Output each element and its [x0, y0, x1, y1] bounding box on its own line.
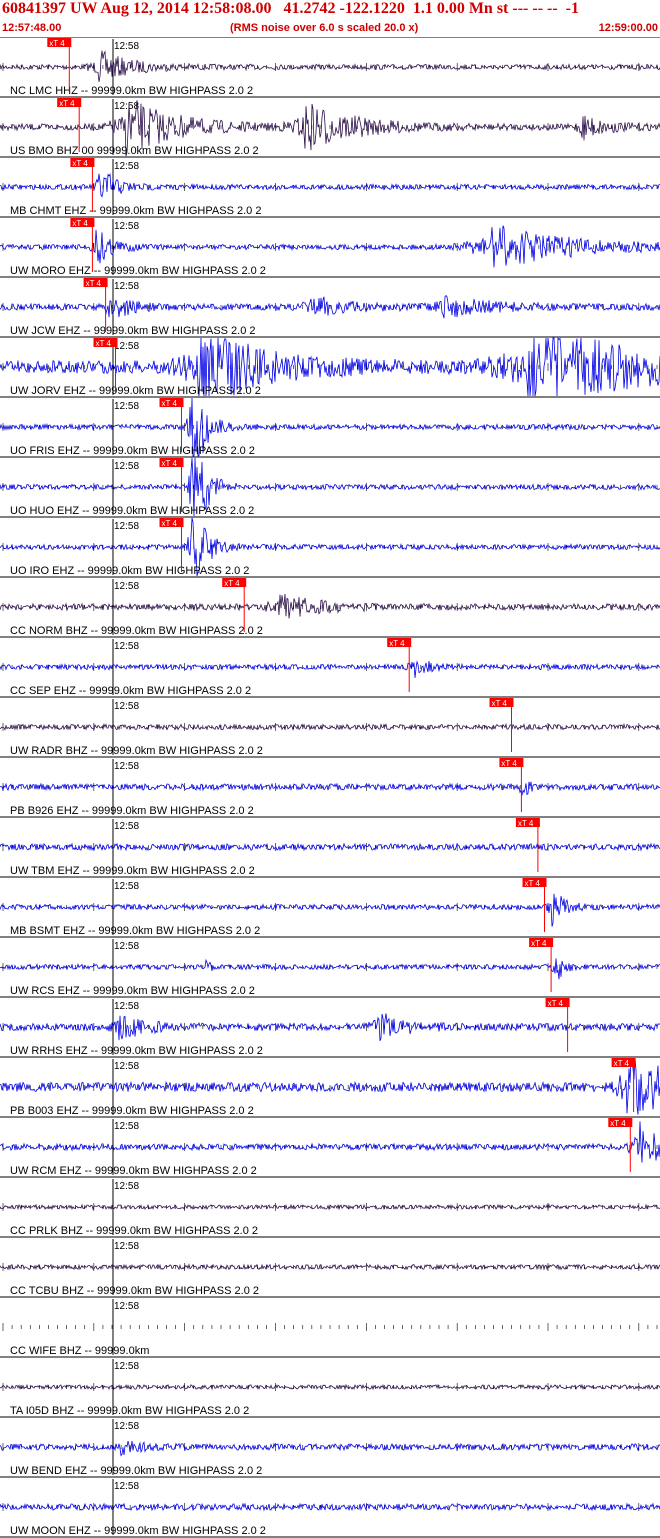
pick-label: xT 4 [501, 759, 517, 768]
pick-label: xT 4 [389, 639, 405, 648]
minute-label: 12:58 [114, 821, 139, 832]
minute-label: 12:58 [114, 761, 139, 772]
station-label: CC NORM BHZ -- 99999.0km BW HIGHPASS 2.0… [10, 625, 263, 637]
minute-label: 12:58 [114, 1061, 139, 1072]
station-label: UW JORV EHZ -- 99999.0km BW HIGHPASS 2.0… [10, 385, 261, 397]
waveform [0, 1440, 660, 1457]
station-label: UW RCS EHZ -- 99999.0km BW HIGHPASS 2.0 … [10, 985, 255, 997]
station-label: UW RCM EHZ -- 99999.0km BW HIGHPASS 2.0 … [10, 1165, 257, 1177]
event-title: 60841397 UW Aug 12, 2014 12:58:08.00 41.… [2, 0, 579, 17]
pick-label: xT 4 [610, 1119, 626, 1128]
noise-note: (RMS noise over 6.0 s scaled 20.0 x) [230, 22, 419, 34]
station-label: PB B926 EHZ -- 99999.0km BW HIGHPASS 2.0… [10, 805, 254, 817]
end-time-label: 12:59:00.00 [598, 22, 658, 34]
minute-label: 12:58 [114, 1361, 139, 1372]
minute-label: 12:58 [114, 281, 139, 292]
pick-label: xT 4 [162, 399, 178, 408]
pick-label: xT 4 [72, 219, 88, 228]
station-label: US BMO BHZ 00 99999.0km BW HIGHPASS 2.0 … [10, 145, 259, 157]
plot-header: 60841397 UW Aug 12, 2014 12:58:08.00 41.… [0, 0, 660, 37]
pick-label: xT 4 [224, 579, 240, 588]
minute-label: 12:58 [114, 581, 139, 592]
pick-label: xT 4 [492, 699, 508, 708]
station-label: MB CHMT EHZ -- 99999.0km BW HIGHPASS 2.0… [10, 205, 261, 217]
minute-label: 12:58 [114, 1181, 139, 1192]
pick-label: xT 4 [531, 939, 547, 948]
minute-label: 12:58 [114, 341, 139, 352]
pick-label: xT 4 [548, 999, 564, 1008]
pick-label: xT 4 [162, 519, 178, 528]
minute-label: 12:58 [114, 1121, 139, 1132]
station-label: NC LMC HHZ -- 99999.0km BW HIGHPASS 2.0 … [10, 85, 253, 97]
minute-label: 12:58 [114, 161, 139, 172]
minute-label: 12:58 [114, 401, 139, 412]
pick-label: xT 4 [49, 39, 65, 48]
waveform [0, 660, 660, 678]
station-label: UW TBM EHZ -- 99999.0km BW HIGHPASS 2.0 … [10, 865, 255, 877]
station-label: UW BEND EHZ -- 99999.0km BW HIGHPASS 2.0… [10, 1465, 262, 1477]
waveform [0, 1121, 660, 1163]
station-label: CC WIFE BHZ -- 99999.0km [10, 1345, 149, 1357]
station-label: CC TCBU BHZ -- 99999.0km BW HIGHPASS 2.0… [10, 1285, 259, 1297]
minute-label: 12:58 [114, 41, 139, 52]
minute-label: 12:58 [114, 1481, 139, 1492]
station-label: UW JCW EHZ -- 99999.0km BW HIGHPASS 2.0 … [10, 325, 256, 337]
pick-label: xT 4 [162, 459, 178, 468]
pick-label: xT 4 [86, 279, 102, 288]
minute-label: 12:58 [114, 461, 139, 472]
station-label: PB B003 EHZ -- 99999.0km BW HIGHPASS 2.0… [10, 1105, 254, 1117]
station-label: UW RRHS EHZ -- 99999.0km BW HIGHPASS 2.0… [10, 1045, 263, 1057]
pick-label: xT 4 [614, 1059, 630, 1068]
minute-label: 12:58 [114, 1241, 139, 1252]
minute-label: 12:58 [114, 521, 139, 532]
minute-label: 12:58 [114, 1001, 139, 1012]
pick-label: xT 4 [59, 99, 75, 108]
station-label: UO HUO EHZ -- 99999.0km BW HIGHPASS 2.0 … [10, 505, 254, 517]
pick-label: xT 4 [525, 879, 541, 888]
seismogram-panel: 12:58 NC LMC HHZ -- 99999.0km BW HIGHPASS… [0, 37, 660, 1538]
station-label: CC PRLK BHZ -- 99999.0km BW HIGHPASS 2.0… [10, 1225, 258, 1237]
pick-label: xT 4 [518, 819, 534, 828]
minute-label: 12:58 [114, 881, 139, 892]
pick-label: xT 4 [72, 159, 88, 168]
minute-label: 12:58 [114, 941, 139, 952]
pick-label: xT 4 [96, 339, 112, 348]
station-label: UW MORO EHZ -- 99999.0km BW HIGHPASS 2.0… [10, 265, 266, 277]
minute-label: 12:58 [114, 641, 139, 652]
waveform [0, 893, 660, 927]
minute-label: 12:58 [114, 221, 139, 232]
station-label: MB BSMT EHZ -- 99999.0km BW HIGHPASS 2.0… [10, 925, 260, 937]
start-time-label: 12:57:48.00 [2, 22, 62, 34]
minute-label: 12:58 [114, 1301, 139, 1312]
station-label: UO IRO EHZ -- 99999.0km BW HIGHPASS 2.0 … [10, 565, 249, 577]
station-label: TA I05D BHZ -- 99999.0km BW HIGHPASS 2.0… [10, 1405, 249, 1417]
station-label: CC SEP EHZ -- 99999.0km BW HIGHPASS 2.0 … [10, 685, 251, 697]
station-label: UW MOON EHZ -- 99999.0km BW HIGHPASS 2.0… [10, 1525, 266, 1537]
station-label: UO FRIS EHZ -- 99999.0km BW HIGHPASS 2.0… [10, 445, 255, 457]
waveform [0, 1013, 660, 1041]
station-label: UW RADR BHZ -- 99999.0km BW HIGHPASS 2.0… [10, 745, 263, 757]
minute-label: 12:58 [114, 1421, 139, 1432]
minute-label: 12:58 [114, 701, 139, 712]
